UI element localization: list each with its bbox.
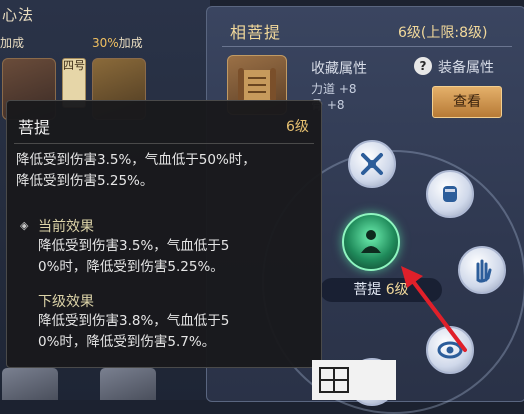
fist-rune-icon[interactable] <box>426 170 474 218</box>
equipment-attributes-label[interactable]: 装备属性 <box>438 57 494 77</box>
cross-rune-icon[interactable] <box>348 140 396 188</box>
collection-attributes-label: 收藏属性 <box>311 61 367 77</box>
bottom-item-card-2[interactable] <box>100 368 156 400</box>
next-effect-text: 降低受到伤害3.8%，气血低于5 0%时，降低受到伤害5.7%。 <box>38 313 230 350</box>
overlay-box <box>312 360 396 400</box>
bonus-tab-right[interactable]: 30%加成 <box>92 34 143 51</box>
tooltip-divider <box>14 143 314 144</box>
panel-divider <box>222 46 512 47</box>
view-button[interactable]: 查看 <box>432 86 502 118</box>
current-effect-text: 降低受到伤害3.5%，气血低于5 0%时，降低受到伤害5.25%。 <box>38 238 230 275</box>
selected-skill-meditation-icon[interactable] <box>342 213 400 271</box>
bonus-tab-left[interactable]: 加成 <box>0 34 24 51</box>
collection-stat-1: 力道 +8 <box>311 82 357 96</box>
pointer-arrow-icon <box>401 266 467 352</box>
level-limit: 6级(上限:8级) <box>398 25 488 41</box>
next-effect-title: 下级效果 <box>38 294 94 310</box>
tooltip-skill-level: 6级 <box>286 119 309 135</box>
current-effect-title: 当前效果 <box>38 219 94 235</box>
current-effect-bullet-icon: ◈ <box>20 219 29 232</box>
panel-title: 相菩提 <box>230 23 282 42</box>
tooltip-skill-name: 菩提 <box>18 118 51 137</box>
tooltip-description: 降低受到伤害3.5%，气血低于50%时， 降低受到伤害5.25%。 <box>16 152 256 189</box>
help-icon[interactable]: ? <box>414 57 432 75</box>
bottom-item-card-1[interactable] <box>2 368 58 400</box>
left-panel-title: 心法 <box>2 6 35 24</box>
